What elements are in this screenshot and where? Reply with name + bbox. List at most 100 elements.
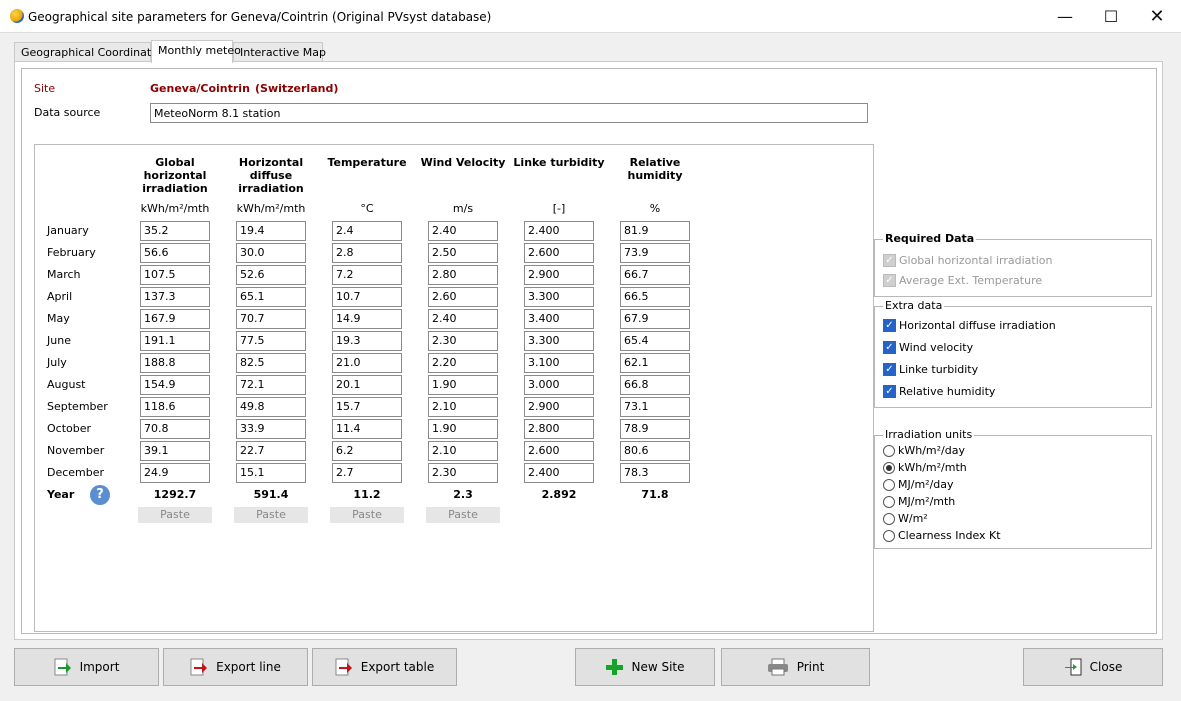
data-cell[interactable]: 82.5 — [235, 352, 307, 374]
data-cell[interactable]: 2.400 — [523, 462, 595, 484]
data-cell[interactable]: 2.600 — [523, 242, 595, 264]
maximize-icon[interactable]: ☐ — [1088, 0, 1134, 33]
data-cell[interactable]: 30.0 — [235, 242, 307, 264]
data-source-field[interactable]: MeteoNorm 8.1 station — [150, 103, 868, 123]
data-cell[interactable]: 80.6 — [619, 440, 691, 462]
data-cell[interactable]: 73.1 — [619, 396, 691, 418]
data-cell[interactable]: 56.6 — [139, 242, 211, 264]
paste-button[interactable]: Paste — [234, 507, 308, 523]
data-cell[interactable]: 2.900 — [523, 396, 595, 418]
data-cell[interactable]: 2.900 — [523, 264, 595, 286]
irradiation-unit-radio[interactable]: kWh/m²/mth — [883, 461, 967, 474]
paste-button[interactable]: Paste — [138, 507, 212, 523]
data-cell[interactable]: 167.9 — [139, 308, 211, 330]
data-cell[interactable]: 188.8 — [139, 352, 211, 374]
data-cell[interactable]: 11.4 — [331, 418, 403, 440]
data-cell[interactable]: 22.7 — [235, 440, 307, 462]
print-button[interactable]: Print — [721, 648, 870, 686]
tab-interactive-map[interactable]: Interactive Map — [233, 42, 326, 62]
close-button[interactable]: Close — [1023, 648, 1163, 686]
data-cell[interactable]: 15.1 — [235, 462, 307, 484]
data-cell[interactable]: 2.800 — [523, 418, 595, 440]
data-cell[interactable]: 70.7 — [235, 308, 307, 330]
extra-linke-checkbox[interactable]: ✓ Linke turbidity — [883, 363, 978, 376]
data-cell[interactable]: 2.400 — [523, 220, 595, 242]
help-icon[interactable]: ? — [90, 485, 110, 505]
data-cell[interactable]: 1.90 — [427, 418, 499, 440]
data-cell[interactable]: 72.1 — [235, 374, 307, 396]
data-cell[interactable]: 6.2 — [331, 440, 403, 462]
export-table-button[interactable]: Export table — [312, 648, 457, 686]
data-cell[interactable]: 78.3 — [619, 462, 691, 484]
data-cell[interactable]: 15.7 — [331, 396, 403, 418]
extra-humidity-checkbox[interactable]: ✓ Relative humidity — [883, 385, 995, 398]
data-cell[interactable]: 154.9 — [139, 374, 211, 396]
data-cell[interactable]: 3.300 — [523, 286, 595, 308]
irradiation-unit-radio[interactable]: kWh/m²/day — [883, 444, 965, 457]
paste-button[interactable]: Paste — [426, 507, 500, 523]
data-cell[interactable]: 2.4 — [331, 220, 403, 242]
irradiation-unit-radio[interactable]: MJ/m²/mth — [883, 495, 955, 508]
data-cell[interactable]: 3.400 — [523, 308, 595, 330]
data-cell[interactable]: 7.2 — [331, 264, 403, 286]
data-cell[interactable]: 10.7 — [331, 286, 403, 308]
export-line-button[interactable]: Export line — [163, 648, 308, 686]
data-cell[interactable]: 35.2 — [139, 220, 211, 242]
minimize-icon[interactable]: — — [1042, 0, 1088, 33]
tab-monthly-meteo[interactable]: Monthly meteo — [151, 40, 241, 63]
data-cell[interactable]: 20.1 — [331, 374, 403, 396]
import-button[interactable]: Import — [14, 648, 159, 686]
data-cell[interactable]: 1.90 — [427, 374, 499, 396]
data-cell[interactable]: 2.30 — [427, 462, 499, 484]
data-cell[interactable]: 19.4 — [235, 220, 307, 242]
data-cell[interactable]: 21.0 — [331, 352, 403, 374]
data-cell[interactable]: 77.5 — [235, 330, 307, 352]
extra-diffuse-checkbox[interactable]: ✓ Horizontal diffuse irradiation — [883, 319, 1056, 332]
data-cell[interactable]: 118.6 — [139, 396, 211, 418]
data-cell[interactable]: 66.8 — [619, 374, 691, 396]
data-cell[interactable]: 2.7 — [331, 462, 403, 484]
paste-button[interactable]: Paste — [330, 507, 404, 523]
data-cell[interactable]: 24.9 — [139, 462, 211, 484]
data-cell[interactable]: 62.1 — [619, 352, 691, 374]
data-cell[interactable]: 33.9 — [235, 418, 307, 440]
data-cell[interactable]: 70.8 — [139, 418, 211, 440]
data-cell[interactable]: 14.9 — [331, 308, 403, 330]
data-cell[interactable]: 2.50 — [427, 242, 499, 264]
irradiation-unit-radio[interactable]: W/m² — [883, 512, 928, 525]
data-cell[interactable]: 2.30 — [427, 330, 499, 352]
irradiation-unit-radio[interactable]: Clearness Index Kt — [883, 529, 1001, 542]
new-site-button[interactable]: New Site — [575, 648, 715, 686]
data-cell[interactable]: 3.000 — [523, 374, 595, 396]
data-cell[interactable]: 191.1 — [139, 330, 211, 352]
data-cell[interactable]: 78.9 — [619, 418, 691, 440]
data-cell[interactable]: 2.80 — [427, 264, 499, 286]
data-cell[interactable]: 2.40 — [427, 220, 499, 242]
data-cell[interactable]: 19.3 — [331, 330, 403, 352]
tab-geographical-coordinates[interactable]: Geographical Coordinates — [14, 42, 164, 62]
data-cell[interactable]: 2.8 — [331, 242, 403, 264]
irradiation-unit-radio[interactable]: MJ/m²/day — [883, 478, 954, 491]
data-cell[interactable]: 137.3 — [139, 286, 211, 308]
data-cell[interactable]: 73.9 — [619, 242, 691, 264]
data-cell[interactable]: 2.20 — [427, 352, 499, 374]
data-cell[interactable]: 65.1 — [235, 286, 307, 308]
data-cell[interactable]: 66.5 — [619, 286, 691, 308]
data-cell[interactable]: 2.40 — [427, 308, 499, 330]
data-cell[interactable]: 65.4 — [619, 330, 691, 352]
data-cell[interactable]: 39.1 — [139, 440, 211, 462]
data-cell[interactable]: 2.60 — [427, 286, 499, 308]
extra-wind-checkbox[interactable]: ✓ Wind velocity — [883, 341, 973, 354]
close-window-icon[interactable]: ✕ — [1134, 0, 1180, 33]
data-cell[interactable]: 107.5 — [139, 264, 211, 286]
data-cell[interactable]: 66.7 — [619, 264, 691, 286]
data-cell[interactable]: 67.9 — [619, 308, 691, 330]
data-cell[interactable]: 2.600 — [523, 440, 595, 462]
data-cell[interactable]: 3.100 — [523, 352, 595, 374]
data-cell[interactable]: 49.8 — [235, 396, 307, 418]
data-cell[interactable]: 2.10 — [427, 396, 499, 418]
data-cell[interactable]: 3.300 — [523, 330, 595, 352]
data-cell[interactable]: 52.6 — [235, 264, 307, 286]
data-cell[interactable]: 81.9 — [619, 220, 691, 242]
data-cell[interactable]: 2.10 — [427, 440, 499, 462]
